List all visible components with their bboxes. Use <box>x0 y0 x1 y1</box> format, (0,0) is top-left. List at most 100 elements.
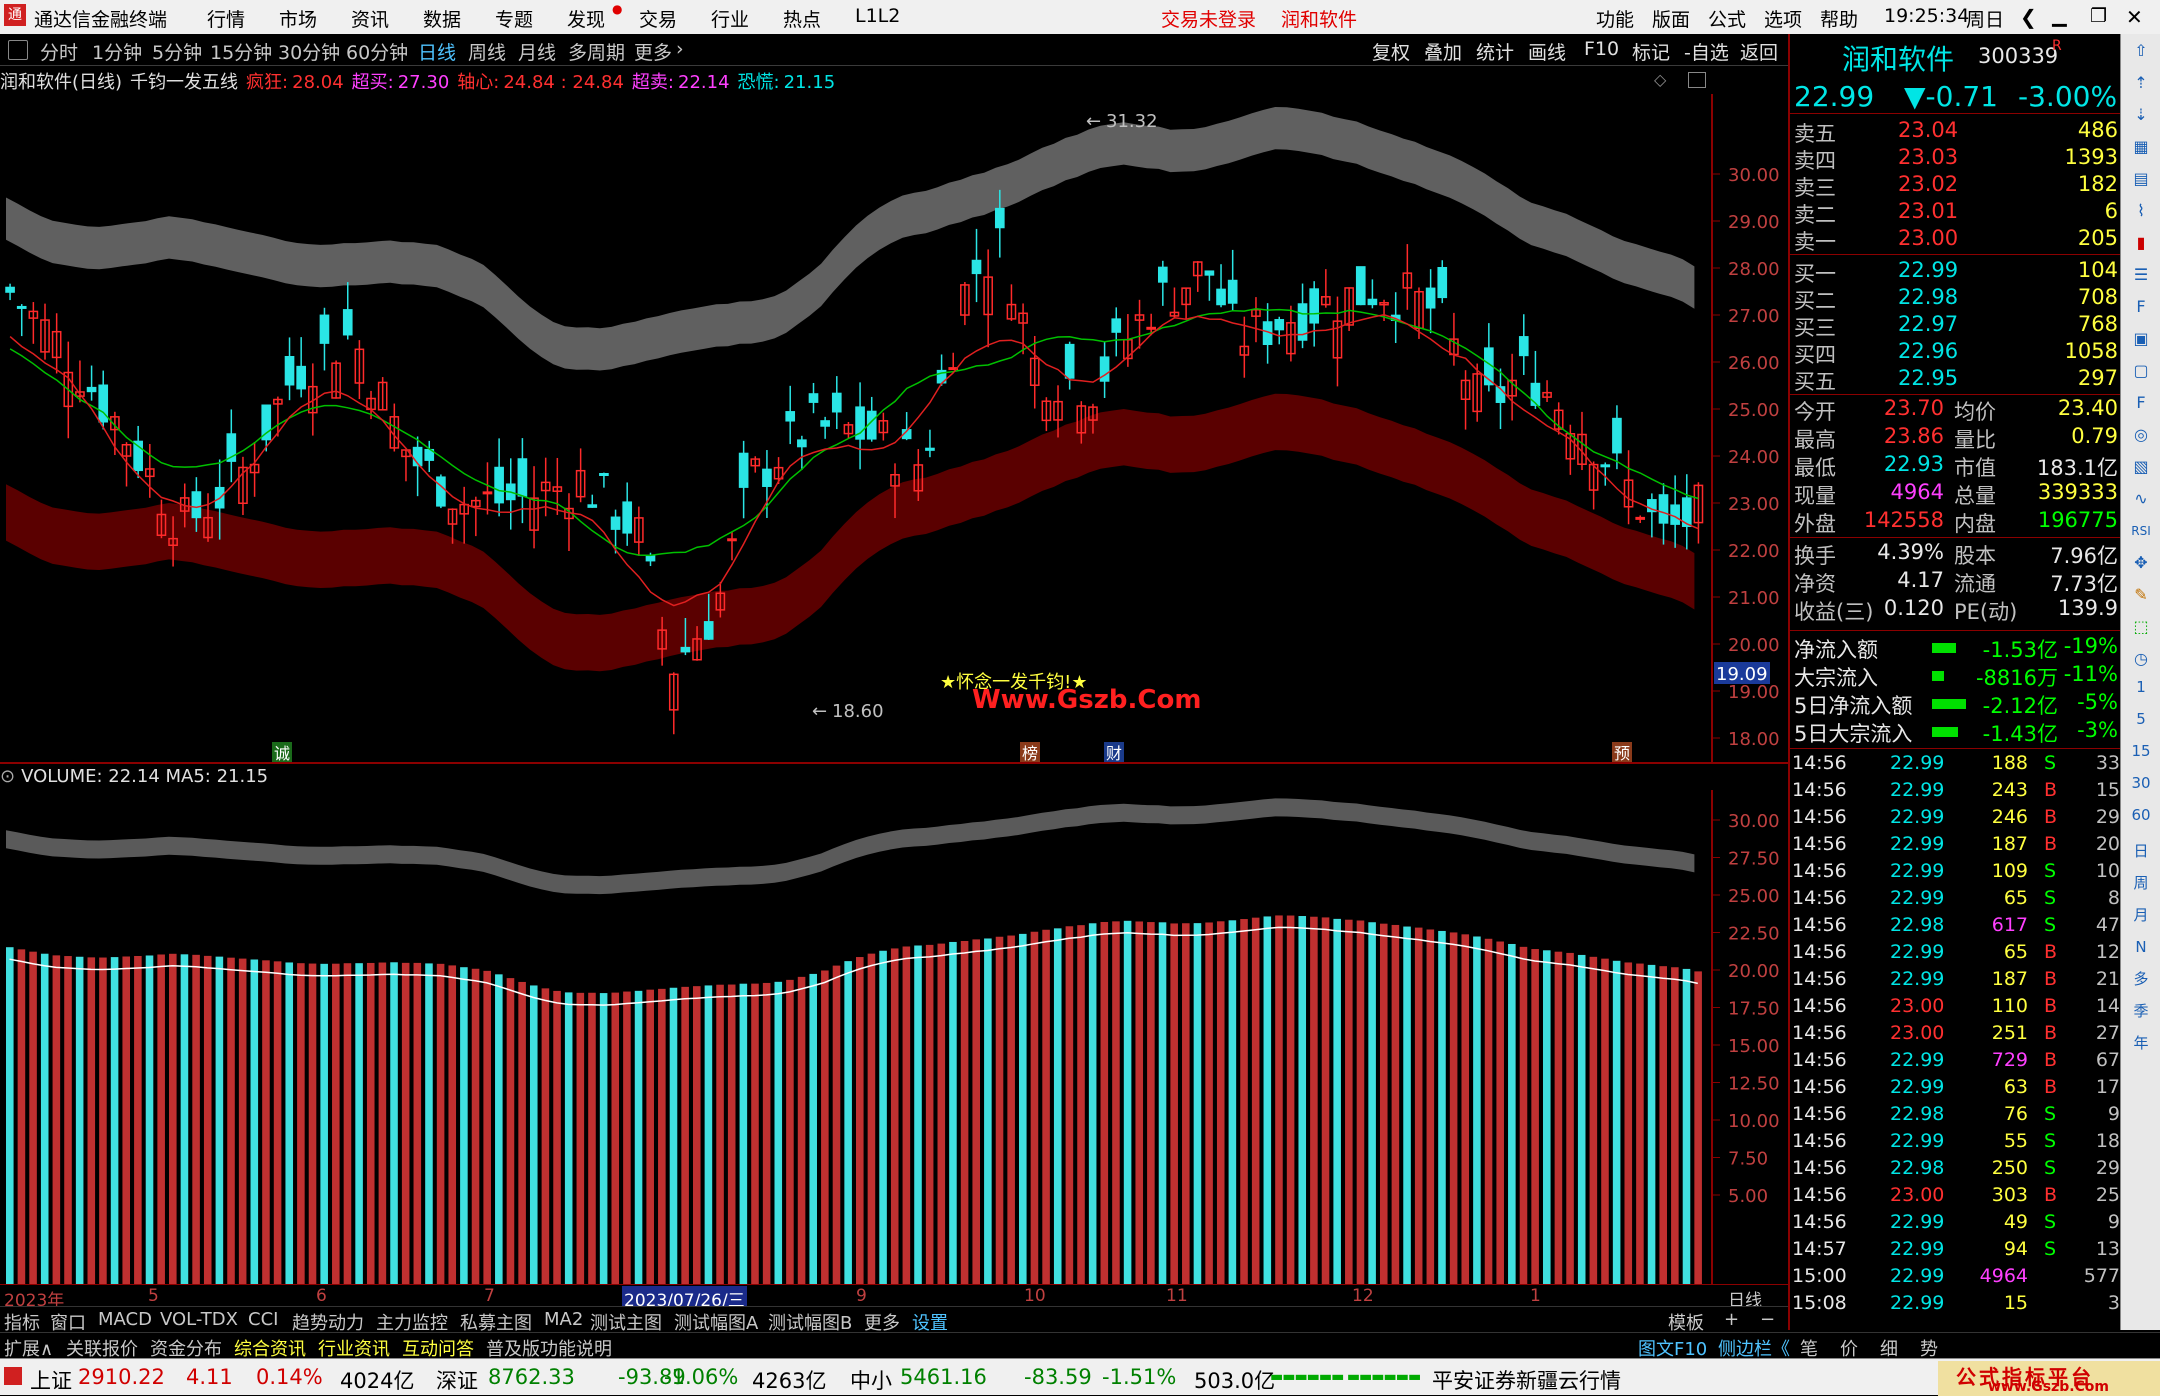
tick-row[interactable]: 14:56 22.99 55 S 18 <box>1790 1130 2122 1158</box>
calendar-icon[interactable]: ▧ <box>2127 454 2155 480</box>
btn-huaxian[interactable]: 画线 <box>1528 38 1566 65</box>
tab-remove-button[interactable]: − <box>1760 1309 1775 1330</box>
tick-row[interactable]: 14:56 22.99 65 B 12 <box>1790 941 2122 969</box>
period-weekly[interactable]: 周线 <box>468 38 506 65</box>
period-fenshi[interactable]: 分时 <box>40 38 78 65</box>
menu-l1l2[interactable]: L1L2 <box>855 5 900 27</box>
move-icon[interactable]: ✥ <box>2127 550 2155 576</box>
period-shortcut-3[interactable]: 30 <box>2127 770 2155 796</box>
volume-collapse-icon[interactable]: ⊙ <box>0 766 15 787</box>
menu-hangye[interactable]: 行业 <box>711 5 749 32</box>
rsi-icon[interactable]: RSI <box>2127 518 2155 544</box>
btn-fuquan[interactable]: 复权 <box>1372 38 1410 65</box>
indicator-name[interactable]: 千钧一发五线 <box>130 72 238 93</box>
period-30min[interactable]: 30分钟 <box>278 38 340 65</box>
period-shortcut-11[interactable]: 年 <box>2127 1030 2155 1056</box>
candle-icon[interactable]: ▮ <box>2127 230 2155 256</box>
btn-diejia[interactable]: 叠加 <box>1424 38 1462 65</box>
window-toggle-icon[interactable] <box>1688 72 1706 88</box>
btn-biaoji[interactable]: 标记 <box>1632 38 1670 65</box>
period-monthly[interactable]: 月线 <box>518 38 556 65</box>
down-icon[interactable]: ⇣ <box>2127 102 2155 128</box>
minimize-icon[interactable]: ▁ <box>2052 5 2067 27</box>
clock-icon[interactable]: ◷ <box>2127 646 2155 672</box>
tick-row[interactable]: 14:56 22.99 729 B 67 <box>1790 1049 2122 1077</box>
grid-icon[interactable]: ▦ <box>2127 134 2155 160</box>
period-15min[interactable]: 15分钟 <box>210 38 272 65</box>
btn-tongji[interactable]: 统计 <box>1476 38 1514 65</box>
tick-row[interactable]: 14:57 22.99 94 S 13 <box>1790 1238 2122 1266</box>
up-icon[interactable]: ⇡ <box>2127 70 2155 96</box>
tick-row[interactable]: 14:56 22.99 109 S 10 <box>1790 860 2122 888</box>
tick-row[interactable]: 14:56 22.99 65 S 8 <box>1790 887 2122 915</box>
menu-gongneng[interactable]: 功能 <box>1596 5 1634 32</box>
line-chart-icon[interactable]: ⌇ <box>2127 198 2155 224</box>
export-icon[interactable]: ⬚ <box>2127 614 2155 640</box>
menu-shichang[interactable]: 市场 <box>279 5 317 32</box>
up-arrow-icon[interactable]: ⇧ <box>2127 38 2155 64</box>
period-shortcut-9[interactable]: 多 <box>2127 966 2155 992</box>
event-mark-cai[interactable]: 财 <box>1106 744 1122 763</box>
menu-gongshi[interactable]: 公式 <box>1708 5 1746 32</box>
btn-fanhui[interactable]: 返回 <box>1740 38 1778 65</box>
period-shortcut-6[interactable]: 周 <box>2127 870 2155 896</box>
tick-row[interactable]: 14:56 22.98 617 S 47 <box>1790 914 2122 942</box>
menu-jiaoyi[interactable]: 交易 <box>639 5 677 32</box>
period-60min[interactable]: 60分钟 <box>346 38 408 65</box>
period-shortcut-1[interactable]: 5 <box>2127 706 2155 732</box>
tick-row[interactable]: 14:56 22.98 76 S 9 <box>1790 1103 2122 1131</box>
menu-xuanxiang[interactable]: 选项 <box>1764 5 1802 32</box>
pen-icon[interactable]: ✎ <box>2127 582 2155 608</box>
period-5min[interactable]: 5分钟 <box>152 38 202 65</box>
money-icon[interactable]: ◎ <box>2127 422 2155 448</box>
tab-cci[interactable]: CCI <box>248 1309 278 1330</box>
diamond-icon[interactable]: ◇ <box>1654 70 1666 89</box>
wave-icon[interactable]: ∿ <box>2127 486 2155 512</box>
tick-row[interactable]: 14:56 23.00 251 B 27 <box>1790 1022 2122 1050</box>
f10-icon[interactable]: F <box>2127 294 2155 320</box>
tick-row[interactable]: 14:56 22.99 188 S 33 <box>1790 752 2122 780</box>
tick-row[interactable]: 15:08 22.99 15 3 <box>1790 1292 2122 1320</box>
doc-icon[interactable]: ▢ <box>2127 358 2155 384</box>
volume-chart[interactable]: 30.00 27.50 25.00 22.50 20.00 17.50 15.00 12.50… <box>0 790 1788 1284</box>
table-icon[interactable]: ▤ <box>2127 166 2155 192</box>
btn-zixuan[interactable]: -自选 <box>1684 38 1729 65</box>
tab-ma2[interactable]: MA2 <box>544 1309 583 1330</box>
period-shortcut-10[interactable]: 季 <box>2127 998 2155 1024</box>
period-shortcut-4[interactable]: 60 <box>2127 802 2155 828</box>
f2-icon[interactable]: F <box>2127 390 2155 416</box>
tick-row[interactable]: 14:56 22.99 187 B 21 <box>1790 968 2122 996</box>
event-mark-yu[interactable]: 预 <box>1614 744 1630 763</box>
period-shortcut-2[interactable]: 15 <box>2127 738 2155 764</box>
event-mark-cheng[interactable]: 诚 <box>274 744 290 763</box>
tick-row[interactable]: 14:56 23.00 303 B 25 <box>1790 1184 2122 1212</box>
period-1min[interactable]: 1分钟 <box>92 38 142 65</box>
tick-row[interactable]: 14:56 23.00 110 B 14 <box>1790 995 2122 1023</box>
period-shortcut-5[interactable]: 日 <box>2127 838 2155 864</box>
period-shortcut-7[interactable]: 月 <box>2127 902 2155 928</box>
period-multi[interactable]: 多周期 <box>568 38 625 65</box>
menu-zhuanti[interactable]: 专题 <box>495 5 533 32</box>
period-more[interactable]: 更多 <box>634 38 672 65</box>
tick-row[interactable]: 14:56 22.99 246 B 29 <box>1790 806 2122 834</box>
menu-faxian[interactable]: 发现 <box>567 5 605 32</box>
menu-hangqing[interactable]: 行情 <box>207 5 245 32</box>
tick-row[interactable]: 14:56 22.98 250 S 29 <box>1790 1157 2122 1185</box>
menu-zixun[interactable]: 资讯 <box>351 5 389 32</box>
event-mark-bang[interactable]: 榜 <box>1022 744 1038 763</box>
tick-row[interactable]: 14:56 22.99 243 B 15 <box>1790 779 2122 807</box>
back-arrow-icon[interactable]: ❮ <box>2020 5 2037 29</box>
period-shortcut-8[interactable]: N <box>2127 934 2155 960</box>
tick-row[interactable]: 14:56 22.99 187 B 20 <box>1790 833 2122 861</box>
menu-bangzhu[interactable]: 帮助 <box>1820 5 1858 32</box>
tick-row[interactable]: 15:00 22.99 4964 577 <box>1790 1265 2122 1293</box>
close-icon[interactable]: ✕ <box>2126 5 2143 29</box>
menu-redian[interactable]: 热点 <box>783 5 821 32</box>
login-status[interactable]: 交易未登录 <box>1161 5 1256 32</box>
tick-row[interactable]: 14:56 22.99 63 B 17 <box>1790 1076 2122 1104</box>
toolbar-square-icon[interactable] <box>8 40 28 60</box>
tab-add-button[interactable]: + <box>1724 1309 1739 1330</box>
period-shortcut-0[interactable]: 1 <box>2127 674 2155 700</box>
menu-banmian[interactable]: 版面 <box>1652 5 1690 32</box>
restore-icon[interactable]: ❐ <box>2090 5 2107 27</box>
